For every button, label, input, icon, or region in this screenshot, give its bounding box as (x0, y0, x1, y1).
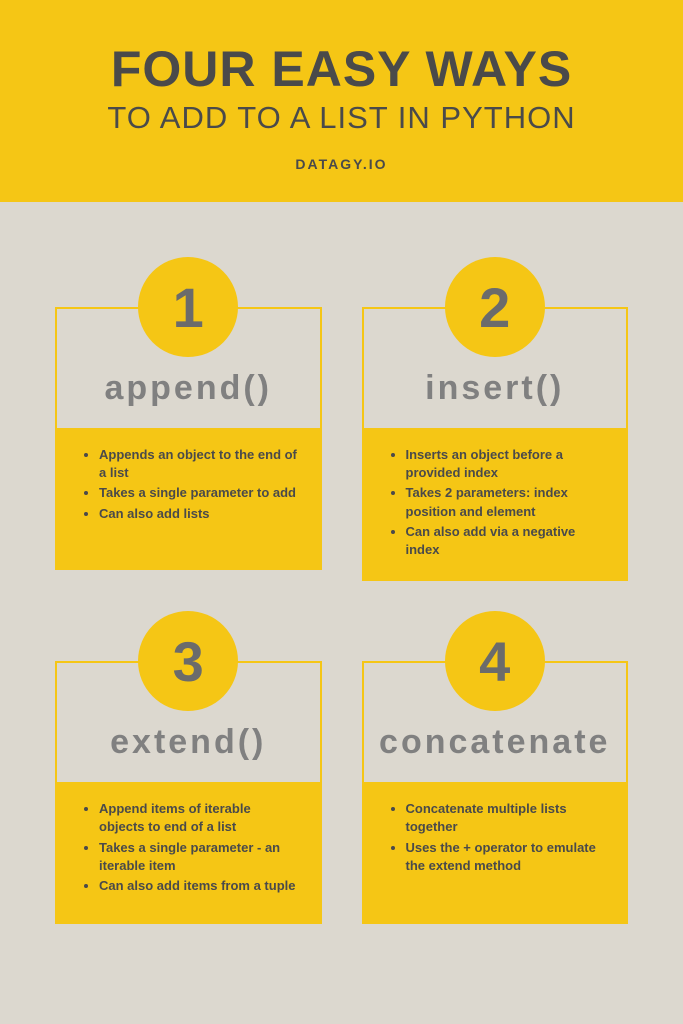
bullet: Can also add lists (99, 505, 298, 523)
bullet: Inserts an object before a provided inde… (406, 446, 605, 482)
method-name: concatenate (379, 723, 610, 761)
card-number: 1 (173, 275, 204, 340)
card-number: 3 (173, 629, 204, 694)
bullet: Can also add items from a tuple (99, 877, 298, 895)
bullet: Takes a single parameter - an iterable i… (99, 839, 298, 875)
bullet: Uses the + operator to emulate the exten… (406, 839, 605, 875)
method-name: extend() (110, 723, 266, 761)
header-banner: FOUR EASY WAYS TO ADD TO A LIST IN PYTHO… (0, 0, 683, 202)
source-label: DATAGY.IO (20, 156, 663, 172)
bullets-block: Appends an object to the end of a list T… (57, 428, 320, 568)
number-circle: 4 (445, 611, 545, 711)
bullet: Can also add via a negative index (406, 523, 605, 559)
number-circle: 1 (138, 257, 238, 357)
subtitle: TO ADD TO A LIST IN PYTHON (20, 100, 663, 136)
bullet: Appends an object to the end of a list (99, 446, 298, 482)
card-number: 4 (479, 629, 510, 694)
card-append: 1 append() Appends an object to the end … (55, 257, 322, 581)
card-concatenate: 4 concatenate Concatenate multiple lists… (362, 611, 629, 924)
bullets-block: Append items of iterable objects to end … (57, 782, 320, 922)
bullets-block: Concatenate multiple lists together Uses… (364, 782, 627, 922)
bullet: Takes a single parameter to add (99, 484, 298, 502)
bullet: Takes 2 parameters: index position and e… (406, 484, 605, 520)
bullet: Concatenate multiple lists together (406, 800, 605, 836)
card-number: 2 (479, 275, 510, 340)
method-name: insert() (425, 369, 564, 407)
method-name: append() (104, 369, 272, 407)
main-title: FOUR EASY WAYS (20, 40, 663, 98)
number-circle: 3 (138, 611, 238, 711)
bullets-block: Inserts an object before a provided inde… (364, 428, 627, 579)
bullet: Append items of iterable objects to end … (99, 800, 298, 836)
card-insert: 2 insert() Inserts an object before a pr… (362, 257, 629, 581)
card-extend: 3 extend() Append items of iterable obje… (55, 611, 322, 924)
card-grid: 1 append() Appends an object to the end … (0, 202, 683, 954)
number-circle: 2 (445, 257, 545, 357)
